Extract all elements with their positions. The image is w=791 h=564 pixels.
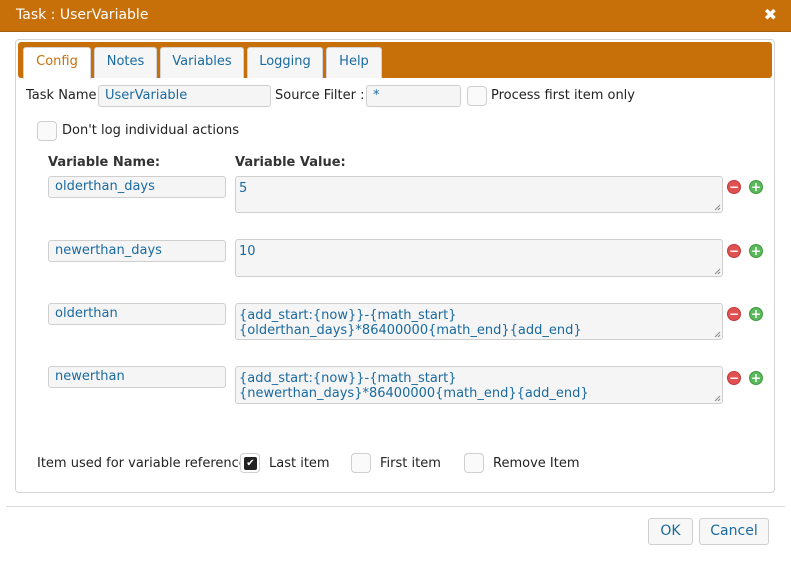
remove-variable-button[interactable]: − <box>727 244 741 258</box>
process-first-label: Process first item only <box>491 88 635 103</box>
tab-variables[interactable]: Variables <box>160 47 244 78</box>
remove-item-checkbox[interactable] <box>464 453 484 473</box>
dont-log-label: Don't log individual actions <box>62 123 239 138</box>
remove-variable-button[interactable]: − <box>727 371 741 385</box>
variable-value-header: Variable Value: <box>235 155 346 170</box>
add-variable-button[interactable]: + <box>749 307 763 321</box>
checkmark-icon: ✔ <box>244 457 257 470</box>
dialog-body: Config Notes Variables Logging Help Task… <box>0 32 791 564</box>
variable-name-header: Variable Name: <box>48 155 161 170</box>
process-first-checkbox[interactable] <box>467 86 487 106</box>
cancel-button[interactable]: Cancel <box>699 518 769 545</box>
title-bar: Task : UserVariable ✖ <box>0 0 791 32</box>
add-variable-button[interactable]: + <box>749 180 763 194</box>
dont-log-checkbox[interactable] <box>37 121 57 141</box>
close-icon[interactable]: ✖ <box>764 5 777 24</box>
first-item-label: First item <box>380 456 441 471</box>
variable-value-text: 10 <box>239 244 256 259</box>
last-item-label: Last item <box>269 456 330 471</box>
source-filter-input[interactable]: * <box>366 85 461 107</box>
ok-button[interactable]: OK <box>648 518 693 545</box>
add-variable-button[interactable]: + <box>749 371 763 385</box>
reference-label: Item used for variable reference: <box>37 456 252 471</box>
window-title: Task : UserVariable <box>16 7 149 23</box>
tab-logging[interactable]: Logging <box>247 47 323 78</box>
resize-grip-icon[interactable] <box>714 395 721 402</box>
remove-variable-button[interactable]: − <box>727 307 741 321</box>
task-name-label: Task Name: <box>26 88 101 103</box>
variable-value-text: 5 <box>239 181 248 196</box>
last-item-checkbox[interactable]: ✔ <box>240 453 260 473</box>
task-name-input[interactable]: UserVariable <box>98 85 271 107</box>
variable-name-input[interactable]: newerthan <box>48 366 226 388</box>
resize-grip-icon[interactable] <box>714 204 721 211</box>
variable-value-textarea[interactable]: 10 <box>235 239 723 277</box>
variable-name-input[interactable]: olderthan <box>48 303 226 325</box>
variable-name-input[interactable]: olderthan_days <box>48 176 226 198</box>
tab-config[interactable]: Config <box>23 47 91 79</box>
add-variable-button[interactable]: + <box>749 244 763 258</box>
variable-value-textarea[interactable]: {add_start:{now}}-{math_start}{olderthan… <box>235 303 723 340</box>
variable-value-text: {add_start:{now}}-{math_start}{olderthan… <box>239 308 582 338</box>
variable-value-textarea[interactable]: {add_start:{now}}-{math_start}{newerthan… <box>235 366 723 404</box>
remove-variable-button[interactable]: − <box>727 180 741 194</box>
variable-value-text: {add_start:{now}}-{math_start}{newerthan… <box>239 371 589 401</box>
resize-grip-icon[interactable] <box>714 268 721 275</box>
first-item-checkbox[interactable] <box>351 453 371 473</box>
source-filter-label: Source Filter : <box>275 88 365 103</box>
resize-grip-icon[interactable] <box>714 331 721 338</box>
tab-bar: Config Notes Variables Logging Help <box>18 42 772 79</box>
variable-value-textarea[interactable]: 5 <box>235 176 723 213</box>
remove-item-label: Remove Item <box>493 456 580 471</box>
footer-divider <box>6 506 785 507</box>
config-panel: Config Notes Variables Logging Help Task… <box>15 39 775 493</box>
tab-notes[interactable]: Notes <box>94 47 157 78</box>
variable-name-input[interactable]: newerthan_days <box>48 240 226 262</box>
tab-help[interactable]: Help <box>326 47 382 78</box>
